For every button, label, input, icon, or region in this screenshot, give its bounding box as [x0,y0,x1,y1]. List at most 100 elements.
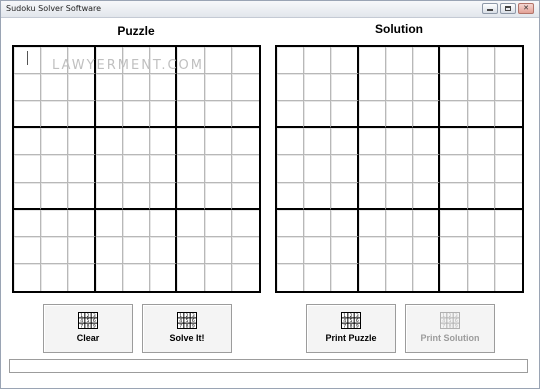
puzzle-cell[interactable] [122,182,151,210]
puzzle-cell[interactable] [95,74,123,102]
puzzle-cell[interactable] [95,101,123,129]
puzzle-cell[interactable] [96,263,123,291]
puzzle-cell[interactable] [177,155,205,183]
puzzle-cell[interactable] [177,101,205,129]
puzzle-cell[interactable] [123,263,151,291]
text-caret [27,51,28,65]
puzzle-cell[interactable] [177,263,205,291]
puzzle-cell[interactable] [122,101,151,129]
puzzle-cell[interactable] [232,264,259,291]
puzzle-cell[interactable] [95,47,123,75]
puzzle-cell[interactable] [68,263,96,291]
solution-cell [358,155,386,183]
puzzle-cell[interactable] [68,101,96,129]
puzzle-cell[interactable] [204,128,232,156]
puzzle-cell[interactable] [68,209,96,237]
solution-cell [413,128,441,156]
solution-cell [440,236,468,264]
clear-button[interactable]: 123 456 789 Clear [43,304,133,353]
puzzle-cell[interactable] [204,209,232,237]
maximize-icon[interactable] [500,3,516,14]
puzzle-cell[interactable] [41,209,69,237]
title-bar[interactable]: Sudoku Solver Software ✕ [1,1,539,18]
puzzle-cell[interactable] [41,47,69,75]
svg-text:9: 9 [192,323,195,329]
puzzle-cell[interactable] [150,128,178,156]
puzzle-cell[interactable] [122,128,151,156]
puzzle-cell[interactable] [68,155,96,183]
puzzle-cell[interactable] [204,155,232,183]
puzzle-cell[interactable] [68,74,96,102]
puzzle-cell[interactable] [177,74,205,102]
puzzle-cell[interactable] [68,182,96,210]
solution-cell [440,155,468,183]
puzzle-cell[interactable] [150,74,178,102]
puzzle-cell[interactable] [150,182,178,210]
puzzle-cell[interactable] [68,47,96,75]
puzzle-cell[interactable] [41,101,69,129]
puzzle-cell[interactable] [68,236,96,264]
close-icon[interactable]: ✕ [518,3,534,14]
puzzle-cell[interactable] [150,236,178,264]
puzzle-cell[interactable] [231,47,259,75]
puzzle-cell[interactable] [231,74,259,102]
puzzle-cell[interactable] [122,236,151,264]
solve-button[interactable]: 123 456 789 Solve It! [142,304,232,353]
print-puzzle-button[interactable]: 123 456 789 Print Puzzle [306,304,396,353]
puzzle-cell[interactable] [95,155,123,183]
puzzle-cell[interactable] [231,210,259,237]
puzzle-cell[interactable] [177,182,205,210]
puzzle-cell[interactable] [14,263,42,291]
puzzle-cell[interactable] [14,236,42,264]
solution-cell [468,263,495,291]
svg-text:2: 2 [350,313,353,319]
puzzle-cell[interactable] [95,236,123,264]
puzzle-cell[interactable] [41,74,69,102]
print-solution-button[interactable]: 123 456 789 Print Solution [405,304,495,353]
puzzle-cell[interactable] [14,101,42,129]
puzzle-cell[interactable] [122,155,151,183]
puzzle-cell[interactable] [68,128,96,156]
puzzle-cell[interactable] [41,128,69,156]
puzzle-cell[interactable] [150,155,178,183]
puzzle-cell[interactable] [41,263,69,291]
puzzle-cell[interactable] [205,263,232,291]
puzzle-cell[interactable] [150,47,178,75]
svg-text:7: 7 [179,323,182,329]
puzzle-cell[interactable] [14,182,42,210]
puzzle-cell[interactable] [231,128,259,156]
puzzle-cell[interactable] [204,182,232,210]
puzzle-cell[interactable] [122,47,151,75]
solution-cell [494,237,522,264]
puzzle-cell[interactable] [177,209,205,237]
puzzle-cell[interactable] [150,101,178,129]
puzzle-cell[interactable] [41,236,69,264]
puzzle-cell[interactable] [41,155,69,183]
puzzle-cell[interactable] [95,128,123,156]
puzzle-cell[interactable] [204,47,232,75]
puzzle-cell[interactable] [204,74,232,102]
minimize-icon[interactable] [482,3,498,14]
puzzle-cell[interactable] [177,128,205,156]
puzzle-cell[interactable] [177,236,205,264]
puzzle-cell[interactable] [14,74,42,102]
puzzle-cell[interactable] [204,236,232,264]
puzzle-cell[interactable] [231,155,259,183]
puzzle-cell[interactable] [231,101,259,129]
puzzle-cell[interactable] [95,182,123,210]
puzzle-cell[interactable] [204,101,232,129]
puzzle-cell[interactable] [231,183,259,210]
puzzle-cell[interactable] [150,209,178,237]
puzzle-cell[interactable] [14,155,42,183]
puzzle-cell[interactable] [95,209,123,237]
puzzle-cell[interactable] [231,237,259,264]
puzzle-cell[interactable] [150,263,178,291]
solution-cell [358,101,386,129]
puzzle-cell[interactable] [41,182,69,210]
puzzle-cell[interactable] [122,74,151,102]
puzzle-cell[interactable] [122,209,151,237]
solution-cell [304,236,332,264]
puzzle-cell[interactable] [14,128,42,156]
puzzle-cell[interactable] [14,209,42,237]
puzzle-cell[interactable] [177,47,205,75]
